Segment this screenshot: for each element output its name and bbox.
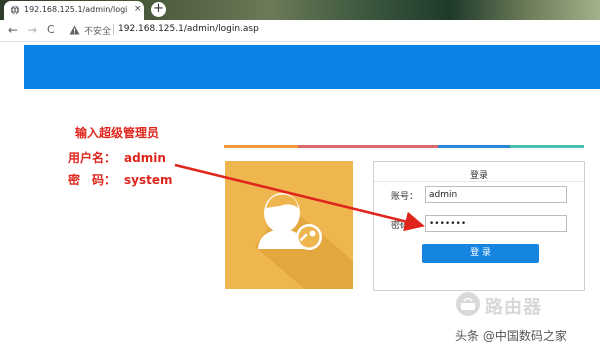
browser-tab[interactable]: 192.168.125.1/admin/login.asp × xyxy=(4,1,144,20)
avatar-panel xyxy=(225,161,353,289)
page-header-band xyxy=(24,45,600,89)
watermark-source: 头条 @中国数码之家 xyxy=(455,329,567,343)
annotation-password-label: 密 码： xyxy=(68,173,117,187)
annotation-username-label: 用户名： xyxy=(68,151,117,165)
annotation-title: 输入超级管理员 xyxy=(75,126,160,140)
divider xyxy=(374,181,584,182)
color-stripe-bar xyxy=(224,145,584,148)
annotation-password-value: system xyxy=(124,173,173,187)
login-title: 登录 xyxy=(469,171,488,181)
back-arrow-icon[interactable]: ← xyxy=(8,23,18,37)
new-tab-button[interactable]: + xyxy=(151,2,166,17)
stripe-segment xyxy=(224,145,298,148)
stripe-segment xyxy=(510,145,584,148)
stripe-segment xyxy=(438,145,510,148)
login-button[interactable]: 登 录 xyxy=(422,244,539,263)
watermark-brand: 路由器 xyxy=(485,297,542,318)
reload-icon[interactable]: C xyxy=(47,23,55,37)
password-input[interactable]: ••••••• xyxy=(425,215,567,232)
globe-icon xyxy=(10,5,20,15)
address-bar: ← → C 不安全 192.168.125.1/admin/login.asp xyxy=(0,20,600,42)
stripe-segment xyxy=(298,145,438,148)
forward-arrow-icon[interactable]: → xyxy=(27,23,37,37)
username-input[interactable]: admin xyxy=(425,186,567,203)
annotation-password: 密 码： system xyxy=(68,171,173,188)
password-label: 密码： xyxy=(391,221,419,231)
close-tab-icon[interactable]: × xyxy=(134,4,142,14)
warning-icon[interactable] xyxy=(69,25,80,35)
router-logo-icon xyxy=(456,292,480,316)
username-label: 账号： xyxy=(391,192,419,202)
user-key-icon xyxy=(255,193,353,289)
annotation-username-value: admin xyxy=(124,151,166,165)
login-form: 登录 账号： admin 密码： ••••••• 登 录 xyxy=(373,161,585,291)
address-separator xyxy=(113,24,114,35)
tab-title: 192.168.125.1/admin/login.asp xyxy=(24,5,128,14)
url-text[interactable]: 192.168.125.1/admin/login.asp xyxy=(118,24,259,34)
annotation-username: 用户名： admin xyxy=(68,149,166,166)
browser-tab-bar: 192.168.125.1/admin/login.asp × + xyxy=(0,0,600,20)
not-secure-label[interactable]: 不安全 xyxy=(84,24,111,37)
